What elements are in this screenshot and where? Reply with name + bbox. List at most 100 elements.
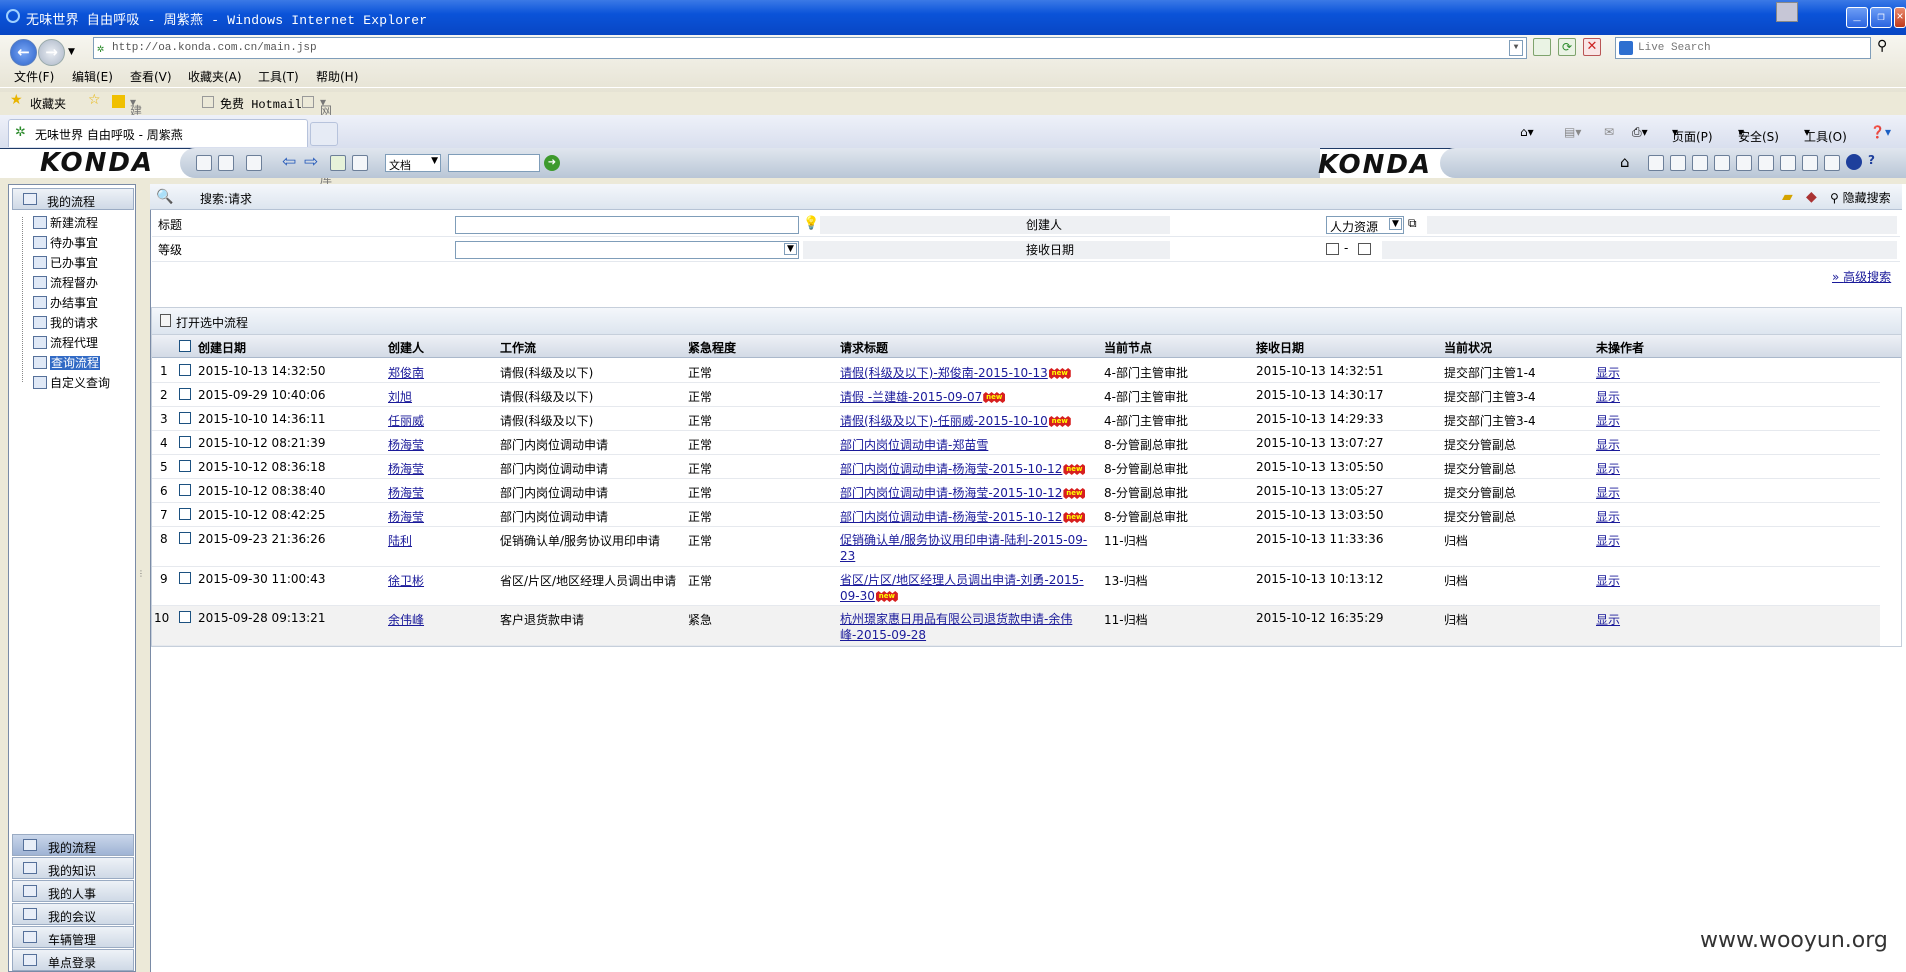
suggested-sites-link[interactable]: 建议网站 ▾ bbox=[130, 95, 142, 169]
row-checkbox[interactable] bbox=[179, 508, 191, 520]
search-icon[interactable]: ⚲ bbox=[1877, 38, 1887, 54]
creator-link[interactable]: 陆利 bbox=[388, 532, 412, 549]
nav-module-2[interactable]: 我的人事 bbox=[12, 880, 134, 902]
col-current-node[interactable]: 当前节点 bbox=[1104, 339, 1152, 356]
creator-link[interactable]: 杨海莹 bbox=[388, 484, 424, 501]
date-from-icon[interactable] bbox=[1326, 243, 1339, 255]
show-operator-link[interactable]: 显示 bbox=[1596, 508, 1620, 525]
safety-menu[interactable]: 安全(S) ▾ bbox=[1738, 125, 1779, 144]
flow-icon[interactable] bbox=[1780, 155, 1796, 171]
request-title-link[interactable]: 请假 -兰建雄-2015-09-07 bbox=[840, 390, 982, 404]
tree-item-8[interactable]: 自定义查询 bbox=[33, 374, 110, 391]
doc-type-select[interactable]: 文档 ▼ bbox=[385, 154, 441, 172]
compat-view-icon[interactable] bbox=[1533, 38, 1551, 56]
browser-tab[interactable]: ✲ 无味世界 自由呼吸 - 周紫燕 bbox=[8, 119, 308, 147]
nav-module-0[interactable]: 我的流程 bbox=[12, 834, 134, 856]
title-input[interactable] bbox=[455, 216, 799, 234]
creator-select[interactable]: 人力资源 ▼ bbox=[1326, 216, 1404, 234]
request-title-link[interactable]: 请假(科级及以下)-任丽威-2015-10-10 bbox=[840, 414, 1048, 428]
close-button[interactable]: × bbox=[1894, 7, 1906, 28]
select-all-checkbox[interactable] bbox=[179, 340, 191, 352]
level-select[interactable]: ▼ bbox=[455, 241, 799, 259]
creator-link[interactable]: 杨海莹 bbox=[388, 436, 424, 453]
left-panel-header[interactable]: 我的流程 bbox=[12, 188, 134, 210]
menu-help[interactable]: 帮助(H) bbox=[316, 68, 358, 85]
dropdown-arrow-icon[interactable]: ▼ bbox=[68, 47, 75, 57]
creator-link[interactable]: 刘旭 bbox=[388, 388, 412, 405]
row-checkbox[interactable] bbox=[179, 436, 191, 448]
layout-icon[interactable] bbox=[196, 155, 212, 171]
hide-search-link[interactable]: ⚲ 隐藏搜索 bbox=[1830, 189, 1891, 206]
request-title-link[interactable]: 部门内岗位调动申请-郑苗雪 bbox=[840, 438, 988, 452]
col-urgency[interactable]: 紧急程度 bbox=[688, 339, 736, 356]
table-row[interactable]: 5 2015-10-12 08:36:18 杨海莹 部门内岗位调动申请 正常 部门内岗位调… bbox=[152, 455, 1880, 479]
add-favorite-icon[interactable]: ☆ bbox=[88, 92, 101, 108]
col-created-date[interactable]: 创建日期 bbox=[198, 339, 246, 356]
col-request-title[interactable]: 请求标题 bbox=[840, 339, 888, 356]
help-icon[interactable]: ❓▾ bbox=[1870, 125, 1891, 139]
go-icon[interactable]: ➜ bbox=[544, 155, 560, 171]
page-menu[interactable]: 页面(P) ▾ bbox=[1672, 125, 1713, 144]
tools-menu[interactable]: 工具(O) ▾ bbox=[1804, 125, 1847, 144]
book-icon[interactable]: ◆ bbox=[1806, 189, 1817, 205]
row-checkbox[interactable] bbox=[179, 460, 191, 472]
date-to-icon[interactable] bbox=[1358, 243, 1371, 255]
show-operator-link[interactable]: 显示 bbox=[1596, 611, 1620, 628]
row-checkbox[interactable] bbox=[179, 484, 191, 496]
split-icon[interactable] bbox=[218, 155, 234, 171]
quick-search-input[interactable] bbox=[448, 154, 540, 172]
table-row[interactable]: 1 2015-10-13 14:32:50 郑俊南 请假(科级及以下) 正常 请假(科级及… bbox=[152, 359, 1880, 383]
row-checkbox[interactable] bbox=[179, 572, 191, 584]
home-app-icon[interactable]: ⌂ bbox=[1620, 153, 1630, 171]
live-search-input[interactable]: Live Search bbox=[1615, 37, 1871, 59]
show-operator-link[interactable]: 显示 bbox=[1596, 572, 1620, 589]
table-row[interactable]: 7 2015-10-12 08:42:25 杨海莹 部门内岗位调动申请 正常 部门内岗位调… bbox=[152, 503, 1880, 527]
show-operator-link[interactable]: 显示 bbox=[1596, 436, 1620, 453]
back-arrow-icon[interactable]: ⇦ bbox=[282, 152, 296, 172]
calendar-icon[interactable] bbox=[1648, 155, 1664, 171]
creator-link[interactable]: 徐卫彬 bbox=[388, 572, 424, 589]
col-status[interactable]: 当前状况 bbox=[1444, 339, 1492, 356]
tree-item-0[interactable]: 新建流程 bbox=[33, 214, 98, 231]
menu-tools[interactable]: 工具(T) bbox=[258, 68, 299, 85]
minimize-button[interactable]: _ bbox=[1846, 7, 1868, 28]
notes-icon[interactable] bbox=[1824, 155, 1840, 171]
panel-splitter[interactable]: ⋮ bbox=[136, 184, 150, 972]
new-tab-button[interactable] bbox=[310, 122, 338, 146]
table-row[interactable]: 4 2015-10-12 08:21:39 杨海莹 部门内岗位调动申请 正常 部门内岗位调… bbox=[152, 431, 1880, 455]
feeds-icon[interactable]: ▤▾ bbox=[1564, 125, 1581, 139]
table-row[interactable]: 9 2015-09-30 11:00:43 徐卫彬 省区/片区/地区经理人员调出申请正… bbox=[152, 567, 1880, 606]
col-workflow[interactable]: 工作流 bbox=[500, 339, 536, 356]
show-operator-link[interactable]: 显示 bbox=[1596, 412, 1620, 429]
request-title-link[interactable]: 部门内岗位调动申请-杨海莹-2015-10-12 bbox=[840, 486, 1062, 500]
home-icon[interactable]: ⌂▾ bbox=[1520, 125, 1534, 139]
row-checkbox[interactable] bbox=[179, 611, 191, 623]
maximize-button[interactable]: ❐ bbox=[1870, 7, 1892, 28]
advanced-search-link[interactable]: » 高级搜索 bbox=[1832, 268, 1891, 285]
table-row[interactable]: 3 2015-10-10 14:36:11 任丽威 请假(科级及以下) 正常 请假(科级及… bbox=[152, 407, 1880, 431]
col-pending-operator[interactable]: 未操作者 bbox=[1596, 339, 1644, 356]
edit-icon[interactable] bbox=[1692, 155, 1708, 171]
print-page-icon[interactable] bbox=[352, 155, 368, 171]
tree-item-4[interactable]: 办结事宜 bbox=[33, 294, 98, 311]
refresh-icon[interactable]: ⟳ bbox=[1558, 38, 1576, 56]
creator-link[interactable]: 杨海莹 bbox=[388, 460, 424, 477]
app-help-icon[interactable]: ? bbox=[1868, 153, 1875, 167]
inbox-icon[interactable] bbox=[1670, 155, 1686, 171]
request-title-link[interactable]: 部门内岗位调动申请-杨海莹-2015-10-12 bbox=[840, 510, 1062, 524]
request-title-link[interactable]: 杭州璟家惠日用品有限公司退货款申请-余伟峰-2015-09-28 bbox=[840, 612, 1072, 642]
menu-file[interactable]: 文件(F) bbox=[14, 68, 54, 85]
export-icon[interactable] bbox=[246, 155, 262, 171]
menu-view[interactable]: 查看(V) bbox=[130, 68, 172, 85]
show-operator-link[interactable]: 显示 bbox=[1596, 388, 1620, 405]
show-operator-link[interactable]: 显示 bbox=[1596, 460, 1620, 477]
show-operator-link[interactable]: 显示 bbox=[1596, 364, 1620, 381]
back-button[interactable]: ← bbox=[10, 39, 37, 66]
tree-item-3[interactable]: 流程督办 bbox=[33, 274, 98, 291]
table-row[interactable]: 8 2015-09-23 21:36:26 陆利 促销确认单/服务协议用印申请 正常 促销… bbox=[152, 527, 1880, 567]
creator-link[interactable]: 任丽威 bbox=[388, 412, 424, 429]
grid-icon[interactable] bbox=[1802, 155, 1818, 171]
nav-module-4[interactable]: 车辆管理 bbox=[12, 926, 134, 948]
splitter-handle-icon[interactable]: ⋮ bbox=[137, 569, 145, 578]
row-checkbox[interactable] bbox=[179, 412, 191, 424]
